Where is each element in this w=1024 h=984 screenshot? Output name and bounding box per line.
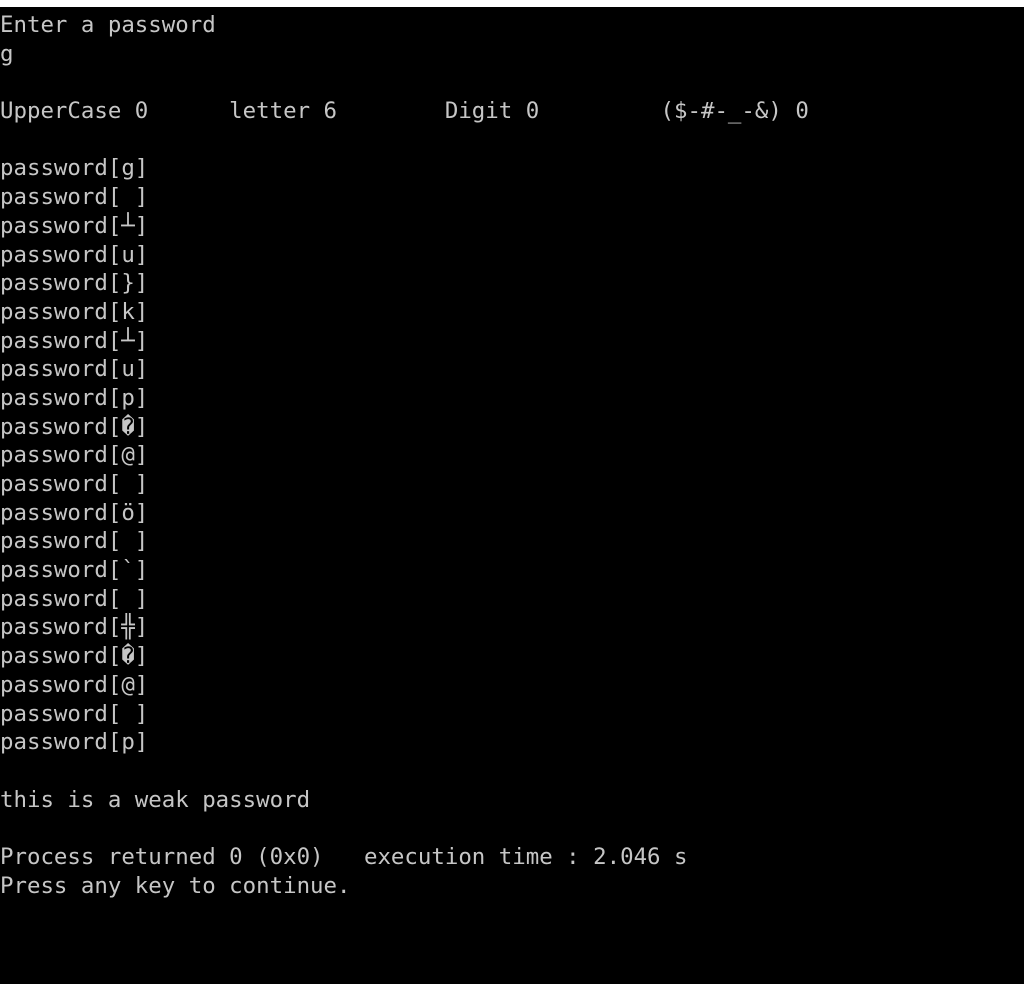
press-any-key-line: Press any key to continue. xyxy=(0,872,351,899)
process-returned-line: Process returned 0 (0x0) execution time … xyxy=(0,843,688,870)
password-char-line: password[k] xyxy=(0,298,149,325)
blank-line-2 xyxy=(0,126,1024,155)
console-screen[interactable]: Enter a password g UpperCase 0 letter 6 … xyxy=(0,7,1024,984)
password-char-line: password[�] xyxy=(0,643,149,670)
password-char-line: password[@] xyxy=(0,671,149,698)
password-char-line: password[╬] xyxy=(0,614,149,641)
prompt-line: Enter a password xyxy=(0,12,216,38)
password-char-line: password[ö] xyxy=(0,499,149,526)
password-char-line: password[ ] xyxy=(0,471,149,497)
password-char-line: password[g] xyxy=(0,155,149,182)
window-title-strip xyxy=(0,0,1024,7)
password-char-line: password[`] xyxy=(0,557,149,584)
password-char-line: password[┴] xyxy=(0,212,149,239)
password-char-line: password[u] xyxy=(0,241,149,268)
blank-line-3 xyxy=(0,757,1024,786)
password-char-line: password[ ] xyxy=(0,184,149,211)
password-char-line: password[p] xyxy=(0,729,149,756)
password-char-line: password[ ] xyxy=(0,700,149,727)
password-stats-line: UpperCase 0 letter 6 Digit 0 ($-#-_-&) 0 xyxy=(0,98,809,125)
password-char-line: password[ ] xyxy=(0,528,149,555)
password-verdict-line: this is a weak password xyxy=(0,786,311,813)
password-char-line: password[ ] xyxy=(0,585,149,612)
password-char-line: password[@] xyxy=(0,442,149,469)
password-char-line: password[┴] xyxy=(0,327,149,354)
password-char-line: password[u] xyxy=(0,356,149,383)
password-char-line: password[p] xyxy=(0,384,149,411)
blank-line-1 xyxy=(0,68,1024,97)
console-window: Enter a password g UpperCase 0 letter 6 … xyxy=(0,0,1024,984)
password-char-line: password[}] xyxy=(0,270,149,297)
blank-line-4 xyxy=(0,814,1024,843)
typed-input-line: g xyxy=(0,40,14,67)
password-char-line: password[�] xyxy=(0,413,149,440)
